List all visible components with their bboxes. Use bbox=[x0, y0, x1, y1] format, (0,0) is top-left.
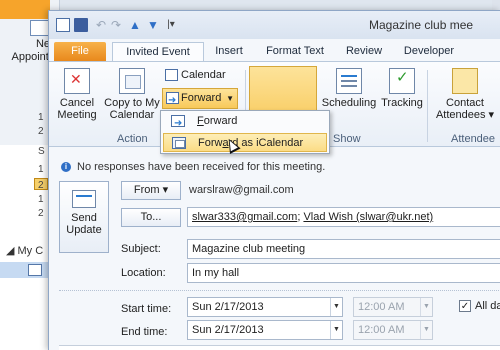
copy-to-my-calendar-button[interactable]: Copy to My Calendar bbox=[101, 68, 163, 121]
label-part: orward bbox=[203, 115, 238, 127]
background-nav-letter: 1 bbox=[38, 194, 44, 205]
recipient[interactable]: Vlad Wish (slwar@ukr.net) bbox=[303, 211, 433, 223]
background-nav-letter: 2 bbox=[38, 208, 44, 219]
info-icon: i bbox=[61, 162, 71, 172]
next-item-icon[interactable]: ▼ bbox=[146, 18, 160, 32]
send-update-label: Send Update bbox=[66, 212, 102, 236]
message-body[interactable] bbox=[59, 345, 500, 350]
tracking-icon bbox=[389, 68, 415, 94]
tab-insert[interactable]: Insert bbox=[209, 42, 249, 61]
location-label: Location: bbox=[121, 267, 166, 279]
forward-button[interactable]: Forward ▼ bbox=[162, 88, 238, 110]
attendees-group-label: Attendee bbox=[451, 133, 496, 145]
cancel-meeting-label: Cancel Meeting bbox=[57, 97, 97, 121]
tracking-label: Tracking bbox=[381, 97, 423, 109]
forward-label: Forward bbox=[181, 92, 222, 104]
calendar-button[interactable]: Calendar bbox=[165, 69, 235, 82]
redo-icon[interactable]: ↷ bbox=[109, 18, 123, 32]
end-time-label: End time: bbox=[121, 326, 168, 338]
actions-group-label: Action bbox=[117, 133, 148, 145]
start-time-label: Start time: bbox=[121, 303, 172, 315]
from-value: warslraw@gmail.com bbox=[189, 184, 294, 196]
tracking-button[interactable]: Tracking bbox=[379, 68, 425, 109]
chevron-down-icon: ▼ bbox=[420, 321, 432, 339]
subject-field[interactable]: Magazine club meeting bbox=[187, 239, 500, 259]
end-time-picker: 12:00 AM ▼ bbox=[353, 320, 433, 340]
calendar-icon bbox=[165, 69, 178, 82]
forward-icon bbox=[171, 114, 185, 133]
menu-item-forward-as-icalendar-label: Forward as iCalendar bbox=[198, 137, 303, 149]
info-bar: i No responses have been received for th… bbox=[49, 159, 500, 177]
cancel-meeting-button[interactable]: Cancel Meeting bbox=[55, 68, 99, 121]
scheduling-button[interactable]: Scheduling bbox=[317, 68, 381, 109]
customize-toolbar-icon[interactable]: |▾ bbox=[164, 18, 178, 32]
forward-menu: Forward Forward as iCalendar bbox=[160, 110, 330, 154]
contact-attendees-button[interactable]: Contact Attendees ▾ bbox=[429, 68, 500, 121]
access-key: F bbox=[197, 115, 204, 127]
scheduling-icon bbox=[336, 68, 362, 94]
copy-to-my-calendar-label: Copy to My Calendar bbox=[104, 97, 160, 121]
ribbon-separator bbox=[427, 70, 428, 142]
all-day-label: All da bbox=[475, 300, 500, 312]
start-date-picker[interactable]: Sun 2/17/2013 ▼ bbox=[187, 297, 343, 317]
label-part: Forw bbox=[198, 137, 223, 149]
to-button[interactable]: To... bbox=[121, 208, 181, 227]
contact-attendees-label: Contact Attendees ▾ bbox=[435, 97, 495, 121]
meeting-window: ↶ ↷ ▲ ▼ |▾ Magazine club mee File Invite… bbox=[48, 10, 500, 350]
tab-review[interactable]: Review bbox=[341, 42, 387, 61]
my-calendars-header[interactable]: ◢ My C bbox=[6, 244, 43, 257]
menu-item-forward[interactable]: Forward bbox=[163, 112, 327, 133]
save-icon[interactable] bbox=[74, 18, 88, 32]
cancel-meeting-icon bbox=[64, 68, 90, 94]
chevron-down-icon[interactable]: ▼ bbox=[330, 321, 342, 339]
end-time-value: 12:00 AM bbox=[358, 324, 405, 336]
tab-developer[interactable]: Developer bbox=[399, 42, 459, 61]
location-field[interactable]: In my hall bbox=[187, 263, 500, 283]
tab-file[interactable]: File bbox=[54, 42, 106, 61]
calendar-label: Calendar bbox=[181, 69, 226, 81]
recipient[interactable]: slwar333@gmail.com bbox=[192, 211, 297, 223]
start-time-picker: 12:00 AM ▼ bbox=[353, 297, 433, 317]
tab-invited-event[interactable]: Invited Event bbox=[112, 42, 204, 61]
window-title: Magazine club mee bbox=[369, 18, 474, 32]
subject-label: Subject: bbox=[121, 243, 161, 255]
previous-item-icon[interactable]: ▲ bbox=[128, 18, 142, 32]
background-nav-letter: 2 bbox=[38, 126, 44, 137]
to-field[interactable]: slwar333@gmail.com; Vlad Wish (slwar@ukr… bbox=[187, 207, 500, 227]
chevron-down-icon: ▼ bbox=[420, 298, 432, 316]
chevron-down-icon[interactable]: ▼ bbox=[330, 298, 342, 316]
background-nav-letter: 1 bbox=[38, 112, 44, 123]
title-bar: ↶ ↷ ▲ ▼ |▾ Magazine club mee bbox=[49, 11, 500, 39]
calendar-icon bbox=[28, 264, 42, 276]
all-day-checkbox[interactable]: ✓ bbox=[459, 300, 471, 312]
send-update-button[interactable]: Send Update bbox=[59, 181, 109, 253]
start-time-value: 12:00 AM bbox=[358, 301, 405, 313]
menu-item-forward-label: Forward bbox=[197, 115, 237, 127]
info-text: No responses have been received for this… bbox=[77, 161, 326, 173]
divider bbox=[59, 290, 500, 291]
forward-icon bbox=[166, 91, 179, 110]
background-nav-letter: 1 bbox=[38, 164, 44, 175]
envelope-icon bbox=[452, 68, 478, 94]
show-group-label: Show bbox=[333, 133, 361, 145]
menu-item-forward-as-icalendar[interactable]: Forward as iCalendar bbox=[163, 133, 327, 152]
end-date-picker[interactable]: Sun 2/17/2013 ▼ bbox=[187, 320, 343, 340]
send-icon bbox=[72, 190, 96, 208]
background-file-tab[interactable] bbox=[0, 0, 50, 19]
background-nav-letter: 2 bbox=[38, 180, 44, 191]
background-nav-letter: S bbox=[38, 146, 45, 157]
start-date-value: Sun 2/17/2013 bbox=[192, 301, 264, 313]
undo-icon[interactable]: ↶ bbox=[94, 18, 108, 32]
from-button[interactable]: From ▾ bbox=[121, 181, 181, 200]
scheduling-label: Scheduling bbox=[321, 97, 377, 109]
tab-format-text[interactable]: Format Text bbox=[259, 42, 331, 61]
calendar-icon bbox=[56, 18, 70, 32]
chevron-down-icon[interactable]: ▼ bbox=[226, 89, 234, 108]
ribbon-tabs: File Invited Event Insert Format Text Re… bbox=[49, 39, 500, 61]
end-date-value: Sun 2/17/2013 bbox=[192, 324, 264, 336]
copy-calendar-icon bbox=[119, 68, 145, 94]
icalendar-icon bbox=[172, 137, 186, 149]
